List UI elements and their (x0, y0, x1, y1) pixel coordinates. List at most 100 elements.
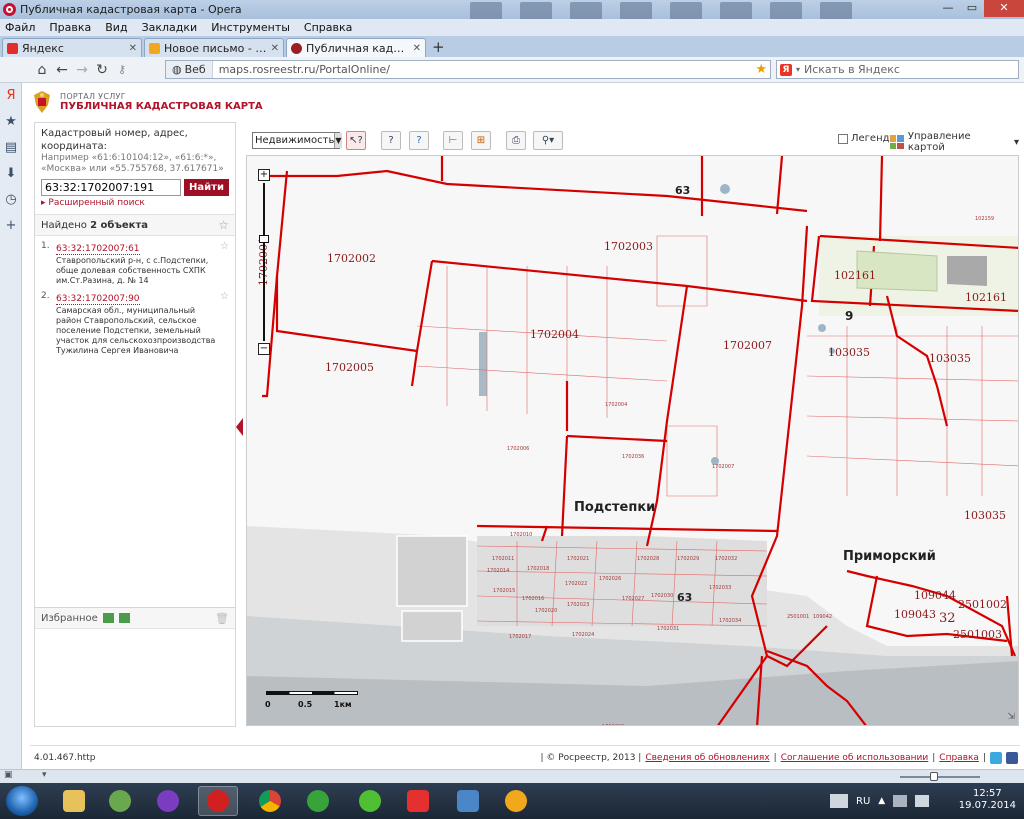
panel-toggle-icon[interactable]: ▣ (4, 770, 13, 780)
map-parcel-label[interactable]: 2501003 (953, 628, 1002, 641)
result-cadastral-link[interactable]: 63:32:1702007:90 (56, 294, 140, 305)
close-tab-icon[interactable]: ✕ (271, 43, 279, 54)
print-tool-button[interactable]: ⎙ (506, 131, 526, 150)
map-parcel-small-label[interactable]: 1702023 (567, 602, 589, 608)
map-place-label[interactable]: Приморский (843, 549, 936, 564)
map-parcel-small-label[interactable]: 1702020 (535, 608, 557, 614)
map-management-menu[interactable]: Управление картой ▾ (890, 131, 1019, 153)
info-tool-button[interactable]: ? (409, 131, 429, 150)
tab-cadastral-map[interactable]: Публичная кадастровая... ✕ (286, 38, 426, 57)
map-parcel-small-label[interactable]: 1702016 (522, 596, 544, 602)
map-parcel-small-label[interactable]: 1702022 (565, 581, 587, 587)
taskbar-app[interactable] (250, 786, 290, 816)
clock[interactable]: 12:57 19.07.2014 (959, 788, 1016, 812)
layer-select[interactable]: Недвижимость ▼ (252, 132, 342, 149)
updates-link[interactable]: Сведения об обновлениях (645, 753, 769, 763)
tray-arrow-icon[interactable]: ▲ (878, 796, 885, 806)
export-icon[interactable] (118, 613, 130, 623)
map-parcel-small-label[interactable]: 1702007 (712, 464, 734, 470)
menu-help[interactable]: Справка (304, 21, 352, 34)
map-parcel-small-label[interactable]: 1702006 (507, 446, 529, 452)
map-parcel-small-label[interactable]: 1702029 (677, 556, 699, 562)
map-parcel-small-label[interactable]: 1702028 (637, 556, 659, 562)
view-icon[interactable]: ▾ (42, 770, 47, 780)
taskbar-app[interactable] (298, 786, 338, 816)
back-icon[interactable]: ← (52, 62, 72, 78)
taskbar-app[interactable] (148, 786, 188, 816)
map-parcel-label[interactable]: 109043 (894, 608, 936, 621)
map-parcel-small-label[interactable]: 1702004 (605, 402, 627, 408)
help-link[interactable]: Справка (939, 753, 979, 763)
map-parcel-label[interactable]: 63 (677, 591, 692, 604)
map-parcel-label[interactable]: 9 (845, 309, 853, 323)
zoom-rail[interactable] (263, 183, 265, 341)
map-parcel-label[interactable]: 1702003 (604, 240, 653, 253)
history-panel-icon[interactable]: ◷ (0, 187, 22, 213)
map-parcel-label[interactable]: 1702002 (327, 252, 376, 265)
taskbar-app[interactable] (350, 786, 390, 816)
close-tab-icon[interactable]: ✕ (129, 43, 137, 54)
twitter-icon[interactable] (990, 751, 1002, 764)
menu-file[interactable]: Файл (5, 21, 35, 34)
forward-icon[interactable]: → (72, 62, 92, 78)
zoom-slider-handle[interactable] (259, 235, 269, 243)
map-place-label[interactable]: Подстепки (574, 500, 655, 515)
map-parcel-small-label[interactable]: 1702017 (509, 634, 531, 640)
map-parcel-small-label[interactable]: 1702010 (510, 532, 532, 538)
menu-tools[interactable]: Инструменты (211, 21, 290, 34)
chevron-down-icon[interactable]: ▾ (796, 65, 800, 74)
map-parcel-small-label[interactable]: 1702002 (602, 724, 624, 725)
tab-yandex[interactable]: Яндекс ✕ (2, 38, 142, 57)
zoom-track[interactable] (900, 776, 980, 778)
list-item[interactable]: 1. 63:32:1702007:61 Ставропольский р-н, … (41, 241, 229, 286)
collapse-panel-button[interactable] (236, 418, 243, 436)
area-tool-button[interactable]: ⊞ (471, 131, 491, 150)
taskbar-app[interactable] (398, 786, 438, 816)
map-parcel-label[interactable]: 103035 (964, 509, 1006, 522)
map-parcel-label[interactable]: 1702004 (530, 328, 579, 341)
favorite-all-icon[interactable]: ☆ (218, 218, 229, 232)
notes-panel-icon[interactable]: ▤ (0, 135, 22, 161)
maximize-button[interactable]: ▭ (960, 0, 984, 17)
bookmarks-panel-icon[interactable]: ★ (0, 109, 22, 135)
map-parcel-small-label[interactable]: 1702024 (572, 632, 594, 638)
map-parcel-label[interactable]: 109044 (914, 589, 956, 602)
find-button[interactable]: Найти (184, 179, 229, 196)
menu-bookmarks[interactable]: Закладки (142, 21, 198, 34)
resize-corner-icon[interactable]: ⇲ (1007, 712, 1015, 722)
map-parcel-label[interactable]: 102161 (965, 291, 1007, 304)
add-favorite-icon[interactable]: ☆ (220, 291, 229, 356)
import-icon[interactable] (102, 613, 114, 623)
yandex-panel-icon[interactable]: Я (0, 83, 22, 109)
reload-icon[interactable]: ↻ (92, 62, 112, 78)
add-favorite-icon[interactable]: ☆ (220, 241, 229, 286)
network-icon[interactable] (893, 795, 908, 807)
map-parcel-label[interactable]: 102161 (834, 269, 876, 282)
link-tool-button[interactable]: ⚲▾ (533, 131, 563, 150)
zoom-in-button[interactable]: + (258, 169, 270, 181)
map-parcel-label[interactable]: 63 (675, 184, 690, 197)
menu-view[interactable]: Вид (105, 21, 127, 34)
advanced-search-link[interactable]: ▸ Расширенный поиск (35, 196, 235, 208)
list-item[interactable]: 2. 63:32:1702007:90 Самарская обл., муни… (41, 291, 229, 356)
new-tab-button[interactable]: + (432, 38, 445, 56)
add-panel-icon[interactable]: + (0, 213, 22, 239)
downloads-panel-icon[interactable]: ⬇ (0, 161, 22, 187)
search-engine-field[interactable]: Я ▾ Искать в Яндекс (776, 60, 1019, 79)
map-parcel-small-label[interactable]: 1702011 (492, 556, 514, 562)
map-parcel-small-label[interactable]: 1702031 (657, 626, 679, 632)
close-tab-icon[interactable]: ✕ (413, 43, 421, 54)
map-parcel-label[interactable]: 1702007 (723, 339, 772, 352)
map-parcel-label[interactable]: 32 (939, 611, 956, 626)
trash-icon[interactable]: 🗑 (215, 612, 229, 625)
flag-icon[interactable] (915, 795, 930, 807)
key-icon[interactable]: ⚷ (112, 63, 132, 76)
map-parcel-small-label[interactable]: 1702014 (487, 568, 509, 574)
map-parcel-label[interactable]: 1702005 (325, 361, 374, 374)
map-parcel-small-label[interactable]: 2501001 (787, 614, 809, 620)
language-indicator[interactable]: RU (856, 796, 870, 807)
measure-tool-button[interactable]: ⊢ (443, 131, 463, 150)
identify-tool-button[interactable]: ↖? (346, 131, 366, 150)
legend-checkbox[interactable] (838, 133, 848, 144)
map-parcel-small-label[interactable]: 1702036 (622, 454, 644, 460)
